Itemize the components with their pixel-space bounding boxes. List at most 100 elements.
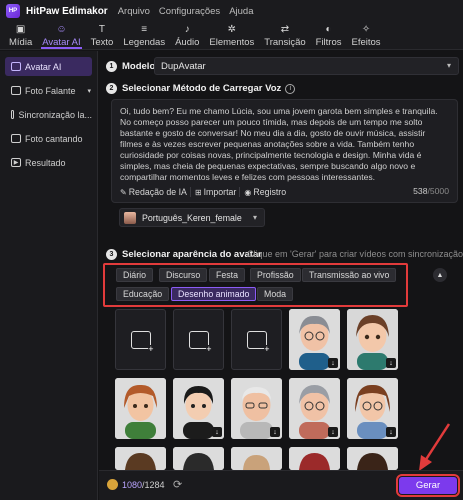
script-text[interactable]: Oi, tudo bem? Eu me chamo Lúcia, sou uma… — [120, 106, 449, 182]
upload-avatar-tile[interactable] — [115, 309, 166, 370]
title-bar: HP HitPaw Edimakor Arquivo Configurações… — [0, 0, 463, 22]
avatar-tile[interactable] — [173, 447, 224, 470]
info-icon[interactable]: i — [285, 83, 296, 94]
tab-efeitos[interactable]: ✧ Efeitos — [347, 21, 386, 49]
tab-filtros[interactable]: ◐ Filtros — [311, 21, 347, 49]
tab-texto[interactable]: T Texto — [86, 21, 119, 49]
download-icon: ↓ — [270, 427, 280, 437]
tab-elementos[interactable]: ✲ Elementos — [204, 21, 259, 49]
avatar-tile[interactable]: ↓ — [173, 378, 224, 439]
custom-avatar-tile[interactable] — [231, 309, 282, 370]
sidebar: Avatar AI Foto Falante ▾ Sincronização la… — [0, 51, 98, 500]
main-toolbar: ▣ Mídia ☺ Avatar AI T Texto ≡ Legendas ♪ Áudi… — [0, 22, 463, 50]
tab-legendas[interactable]: ≡ Legendas — [118, 21, 170, 49]
sidebar-item-avatar-ai[interactable]: Avatar AI — [5, 57, 92, 76]
text-icon: T — [98, 24, 106, 35]
avatar-tile[interactable] — [231, 447, 282, 470]
avatar-tile[interactable] — [115, 447, 166, 470]
sidebar-item-label: Resultado — [25, 157, 66, 168]
import-button[interactable]: ⊞ Importar — [195, 187, 241, 197]
chip-moda[interactable]: Moda — [257, 287, 294, 301]
step-2-label: Selecionar Método de Carregar Voz — [122, 83, 282, 94]
app-logo-icon: HP — [6, 4, 20, 18]
app-title: HitPaw Edimakor — [26, 5, 108, 17]
model-select-value: DupAvatar — [161, 60, 206, 72]
chip-transmissao[interactable]: Transmissão ao vivo — [302, 268, 397, 282]
avatar-image — [173, 447, 224, 470]
generate-ai-avatar-tile[interactable] — [173, 309, 224, 370]
tab-label: Avatar AI — [42, 37, 81, 48]
script-textarea[interactable]: Oi, tudo bem? Eu me chamo Lúcia, sou uma… — [111, 99, 458, 203]
chevron-up-icon: ▲ — [436, 271, 444, 279]
import-label: Importar — [203, 187, 237, 197]
ai-avatar-icon — [188, 330, 212, 354]
audio-icon: ♪ — [184, 24, 190, 35]
step-3-label: Selecionar aparência do avatar — [122, 249, 262, 260]
menu-configuracoes[interactable]: Configurações — [159, 6, 220, 17]
avatar-tile[interactable]: ↓ — [347, 378, 398, 439]
download-icon: ↓ — [328, 427, 338, 437]
tab-transicao[interactable]: ⇄ Transição — [259, 21, 310, 49]
avatar-tile[interactable] — [115, 378, 166, 439]
avatar-tile[interactable]: ↓ — [347, 309, 398, 370]
subtitles-icon: ≡ — [141, 24, 148, 35]
coin-icon — [107, 479, 118, 490]
avatar-image — [289, 447, 340, 470]
avatar-image — [115, 447, 166, 470]
tab-label: Mídia — [9, 37, 33, 48]
result-icon: ▶ — [11, 158, 21, 167]
avatar-tile[interactable] — [347, 447, 398, 470]
generate-button[interactable]: Gerar — [396, 474, 460, 497]
transition-icon: ⇄ — [280, 24, 290, 35]
menu-arquivo[interactable]: Arquivo — [118, 6, 150, 17]
tab-midia[interactable]: ▣ Mídia — [4, 21, 37, 49]
ai-writing-button[interactable]: ✎ Redação de IA — [120, 187, 191, 197]
sidebar-item-label: Sincronização la... — [18, 109, 92, 120]
chip-educacao[interactable]: Educação — [116, 287, 170, 301]
avatar-tile[interactable]: ↓ — [289, 309, 340, 370]
media-icon: ▣ — [15, 24, 26, 35]
collapse-filters-button[interactable]: ▲ — [433, 268, 447, 282]
tab-label: Texto — [90, 37, 114, 48]
tab-label: Legendas — [123, 37, 166, 48]
model-select[interactable]: DupAvatar ▾ — [154, 57, 459, 75]
voice-select[interactable]: Português_Keren_female ▾ — [119, 208, 265, 227]
menu-ajuda[interactable]: Ajuda — [229, 6, 253, 17]
avatar-image — [231, 447, 282, 470]
record-icon: ◉ — [244, 187, 252, 197]
credits-used: 1080 — [122, 479, 143, 490]
sidebar-item-resultado[interactable]: ▶ Resultado — [5, 153, 92, 172]
chip-profissao[interactable]: Profissão — [250, 268, 301, 282]
tab-avatar-ai[interactable]: ☺ Avatar AI — [37, 21, 85, 49]
tab-audio[interactable]: ♪ Áudio — [170, 21, 204, 49]
download-icon: ↓ — [328, 358, 338, 368]
chip-diario[interactable]: Diário — [116, 268, 153, 282]
tab-label: Transição — [264, 37, 306, 48]
person-icon — [11, 62, 21, 71]
ai-writing-label: Redação de IA — [128, 187, 187, 197]
add-person-icon — [130, 330, 154, 354]
sidebar-item-label: Avatar AI — [25, 61, 62, 72]
ai-sparkle-icon: ✎ — [120, 187, 127, 197]
refresh-icon[interactable]: ⟳ — [173, 478, 182, 491]
filters-icon: ◐ — [325, 24, 332, 35]
chip-festa[interactable]: Festa — [209, 268, 246, 282]
avatar-tile[interactable]: ↓ — [231, 378, 282, 439]
step-3-heading: 3 Selecionar aparência do avatar — [106, 249, 262, 260]
avatar-tile[interactable]: ↓ — [289, 378, 340, 439]
sidebar-item-foto-falante[interactable]: Foto Falante ▾ — [5, 81, 92, 100]
chip-desenho-animado[interactable]: Desenho animado — [171, 287, 257, 301]
credits-total: /1284 — [142, 479, 165, 490]
record-button[interactable]: ◉ Registro — [244, 187, 289, 197]
chip-discurso[interactable]: Discurso — [159, 268, 208, 282]
avatar-image — [347, 447, 398, 470]
chevron-down-icon: ▾ — [446, 61, 451, 70]
sidebar-item-sincronizacao[interactable]: Sincronização la... — [5, 105, 92, 124]
sidebar-item-foto-cantando[interactable]: Foto cantando — [5, 129, 92, 148]
elements-icon: ✲ — [227, 24, 237, 35]
step-1-heading: 1 Modelo — [106, 61, 155, 72]
avatar-image — [115, 378, 166, 439]
avatar-tile[interactable] — [289, 447, 340, 470]
tab-label: Efeitos — [351, 37, 381, 48]
effects-icon: ✧ — [361, 24, 371, 35]
